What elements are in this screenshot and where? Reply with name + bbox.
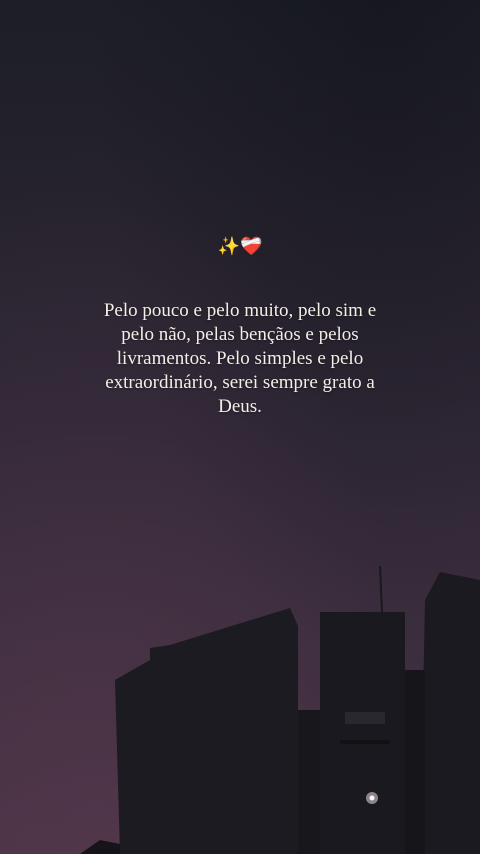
sparkles-icon: ✨ [217, 236, 240, 257]
quote-text: Pelo pouco e pelo muito, pelo sim e pelo… [103, 300, 377, 417]
story-background: ✨❤️‍🩹 Pelo pouco e pelo muito, pelo sim … [0, 0, 480, 854]
mended-heart-icon: ❤️‍🩹 [240, 236, 263, 257]
emoji-group: ✨❤️‍🩹 [0, 234, 480, 260]
building-silhouette [80, 565, 480, 854]
